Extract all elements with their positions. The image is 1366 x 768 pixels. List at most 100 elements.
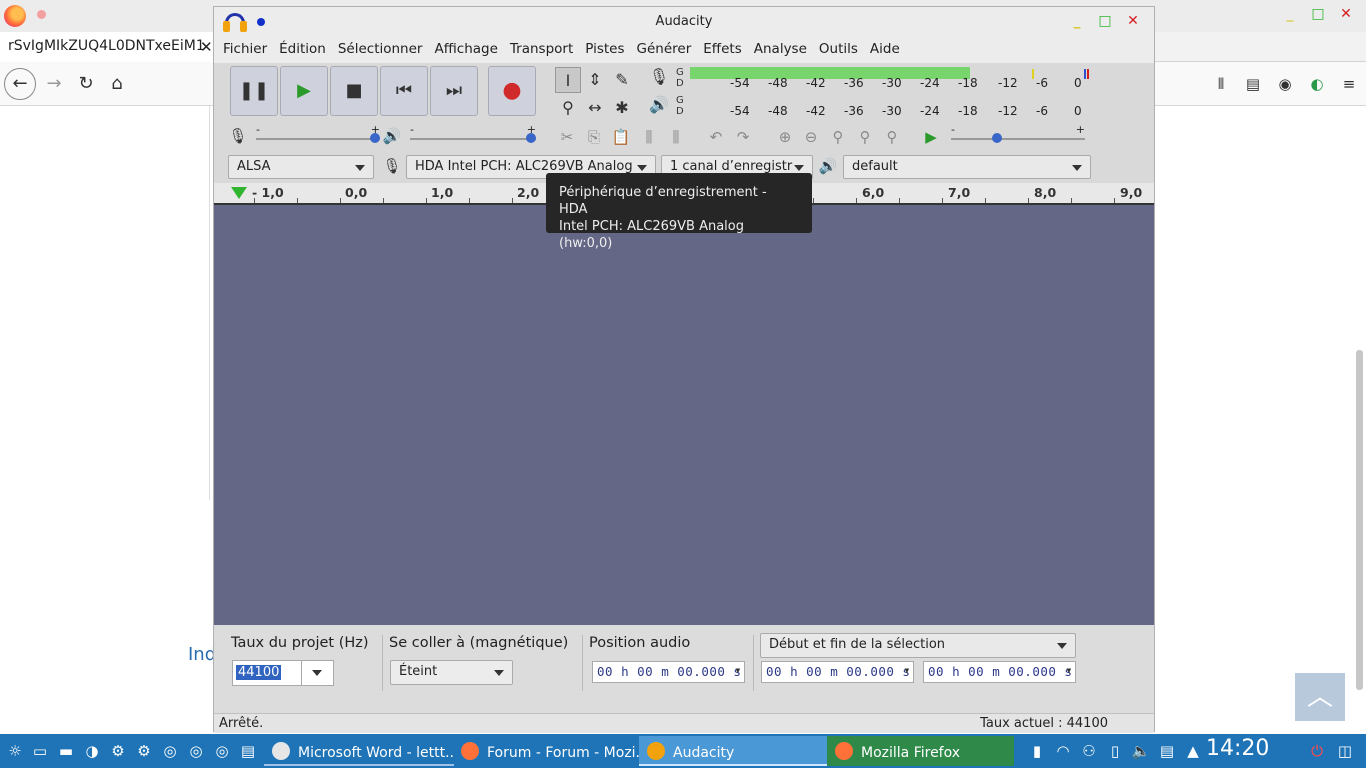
trim-icon[interactable]: ⫼ bbox=[636, 125, 662, 149]
back-icon[interactable]: ← bbox=[4, 68, 36, 100]
terminal-icon[interactable]: ▬ bbox=[55, 740, 77, 762]
usb-icon[interactable]: ▮ bbox=[1026, 740, 1048, 762]
draw-tool-icon[interactable]: ✎ bbox=[609, 67, 635, 93]
menu-analyse[interactable]: Analyse bbox=[753, 37, 813, 63]
timeshift-tool-icon[interactable]: ↔ bbox=[582, 95, 608, 121]
skip-to-end-button[interactable]: ⏭ bbox=[430, 66, 478, 116]
app-launcher-icon[interactable]: ◑ bbox=[81, 740, 103, 762]
start-menu-icon[interactable]: ☼ bbox=[4, 740, 26, 762]
volume-icon[interactable]: 🔈 bbox=[1130, 740, 1152, 762]
home-icon[interactable]: ⌂ bbox=[103, 70, 131, 98]
multi-tool-icon[interactable]: ✱ bbox=[609, 95, 635, 121]
playback-device-select[interactable]: default bbox=[843, 155, 1091, 179]
pause-button[interactable]: ❚❚ bbox=[230, 66, 278, 116]
minimize-icon[interactable]: _ bbox=[1282, 6, 1298, 22]
audio-position-time[interactable]: 00 h 00 m 00.000 s bbox=[592, 661, 745, 683]
clipboard-icon[interactable]: ▤ bbox=[1156, 740, 1178, 762]
network-icon[interactable]: ⚇ bbox=[1078, 740, 1100, 762]
text-editor-icon[interactable]: ▤ bbox=[237, 740, 259, 762]
account-icon[interactable]: ◉ bbox=[1274, 74, 1296, 94]
slider-knob[interactable] bbox=[370, 133, 380, 143]
project-rate-value[interactable]: 44100 bbox=[236, 665, 282, 680]
menu-edition[interactable]: Édition bbox=[278, 37, 332, 63]
menu-fichier[interactable]: Fichier bbox=[222, 37, 273, 63]
slider-knob[interactable] bbox=[992, 133, 1002, 143]
scroll-to-top-button[interactable]: ︿ bbox=[1295, 673, 1345, 721]
chromium-launcher-icon[interactable]: ◎ bbox=[185, 740, 207, 762]
minimize-icon[interactable]: _ bbox=[1070, 13, 1084, 29]
playback-volume-slider[interactable]: - + bbox=[410, 123, 536, 151]
maximize-icon[interactable]: □ bbox=[1098, 13, 1112, 29]
selection-start-time[interactable]: 00 h 00 m 00.000 s bbox=[761, 661, 914, 683]
menu-generer[interactable]: Générer bbox=[636, 37, 698, 63]
power-icon[interactable]: ⏻ bbox=[1306, 740, 1328, 762]
wifi-icon[interactable]: ◠ bbox=[1052, 740, 1074, 762]
sidebar-icon[interactable]: ▤ bbox=[1242, 74, 1264, 94]
task-firefox[interactable]: Mozilla Firefox bbox=[827, 736, 1014, 766]
zoom-tool-icon[interactable]: ⚲ bbox=[555, 95, 581, 121]
envelope-tool-icon[interactable]: ⇕ bbox=[582, 67, 608, 93]
firefox-launcher-icon[interactable]: ◎ bbox=[159, 740, 181, 762]
snap-select[interactable]: Éteint bbox=[390, 660, 513, 685]
menu-effets[interactable]: Effets bbox=[702, 37, 747, 63]
library-icon[interactable]: ⫴ bbox=[1210, 74, 1232, 94]
tools-toolbar: I ⇕ ✎ ⚲ ↔ ✱ bbox=[553, 66, 637, 120]
menu-selectionner[interactable]: Sélectionner bbox=[337, 37, 429, 63]
record-button[interactable]: ● bbox=[488, 66, 536, 116]
selection-end-time[interactable]: 00 h 00 m 00.000 s bbox=[923, 661, 1076, 683]
recording-volume-slider[interactable]: - + bbox=[256, 123, 380, 151]
project-rate-dropdown[interactable] bbox=[301, 661, 333, 685]
tab-close-icon[interactable]: ✕ bbox=[200, 38, 213, 56]
music-launcher-icon[interactable]: ◎ bbox=[211, 740, 233, 762]
fit-selection-icon[interactable]: ⚲ bbox=[825, 125, 851, 149]
display-icon[interactable]: ▯ bbox=[1104, 740, 1126, 762]
slider-knob[interactable] bbox=[526, 133, 536, 143]
skip-to-start-button[interactable]: ⏮ bbox=[380, 66, 428, 116]
redo-icon[interactable]: ↷ bbox=[730, 125, 756, 149]
reload-icon[interactable]: ↻ bbox=[72, 70, 100, 98]
cut-icon[interactable]: ✂ bbox=[554, 125, 580, 149]
show-desktop-icon[interactable]: ◫ bbox=[1334, 740, 1356, 762]
close-icon[interactable]: ✕ bbox=[1338, 6, 1354, 22]
selection-mode-select[interactable]: Début et fin de la sélection bbox=[760, 633, 1076, 658]
forward-icon[interactable]: → bbox=[40, 70, 68, 98]
zoom-out-icon[interactable]: ⊖ bbox=[798, 125, 824, 149]
play-head-icon[interactable] bbox=[231, 187, 247, 199]
undo-icon[interactable]: ↶ bbox=[703, 125, 729, 149]
menu-outils[interactable]: Outils bbox=[818, 37, 864, 63]
clock[interactable]: 14:20 bbox=[1206, 736, 1269, 761]
extension-icon[interactable]: ◐ bbox=[1306, 74, 1328, 94]
selection-tool-icon[interactable]: I bbox=[555, 67, 581, 93]
zoom-toggle-icon[interactable]: ⚲ bbox=[879, 125, 905, 149]
system-settings-icon[interactable]: ⚙ bbox=[133, 740, 155, 762]
tray-expand-icon[interactable]: ▲ bbox=[1182, 740, 1204, 762]
menu-pistes[interactable]: Pistes bbox=[584, 37, 630, 63]
close-icon[interactable]: ✕ bbox=[1126, 13, 1140, 29]
menu-icon[interactable]: ≡ bbox=[1338, 74, 1360, 94]
maximize-icon[interactable]: □ bbox=[1310, 6, 1326, 22]
paste-icon[interactable]: 📋 bbox=[608, 125, 634, 149]
fit-project-icon[interactable]: ⚲ bbox=[852, 125, 878, 149]
project-rate-input[interactable]: 44100 bbox=[232, 660, 334, 686]
file-manager-icon[interactable]: ▭ bbox=[29, 740, 51, 762]
play-button[interactable]: ▶ bbox=[280, 66, 328, 116]
task-audacity[interactable]: Audacity bbox=[639, 736, 827, 766]
play-at-speed-icon[interactable]: ▶ bbox=[918, 125, 944, 149]
microphone-icon[interactable]: 🎙 bbox=[648, 67, 670, 91]
page-scrollbar[interactable] bbox=[1356, 350, 1363, 690]
task-word[interactable]: Microsoft Word - lettt... bbox=[264, 736, 454, 766]
settings-icon[interactable]: ⚙ bbox=[107, 740, 129, 762]
speaker-icon[interactable]: 🔊 bbox=[648, 95, 670, 119]
firefox-tab[interactable]: rSvIgMIkZUQ4L0DNTxeEiM1 bbox=[0, 32, 214, 62]
copy-icon[interactable]: ⎘ bbox=[581, 125, 607, 149]
stop-button[interactable]: ■ bbox=[330, 66, 378, 116]
menu-aide[interactable]: Aide bbox=[869, 37, 906, 63]
silence-icon[interactable]: ⫼ bbox=[663, 125, 689, 149]
menu-transport[interactable]: Transport bbox=[509, 37, 579, 63]
play-speed-slider[interactable]: - + bbox=[951, 123, 1085, 151]
audio-host-select[interactable]: ALSA bbox=[228, 155, 374, 179]
track-area[interactable] bbox=[214, 205, 1154, 625]
zoom-in-icon[interactable]: ⊕ bbox=[772, 125, 798, 149]
menu-affichage[interactable]: Affichage bbox=[433, 37, 503, 63]
task-forum[interactable]: Forum - Forum - Mozi... bbox=[453, 736, 639, 766]
